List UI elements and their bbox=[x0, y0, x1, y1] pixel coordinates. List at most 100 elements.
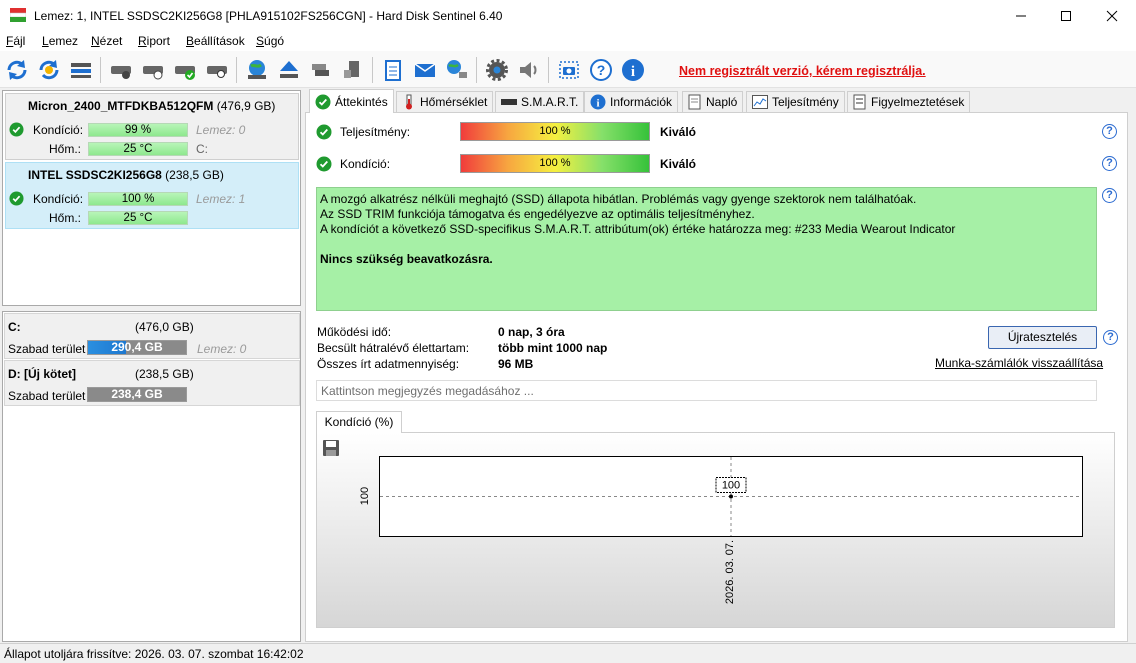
status-bar: Állapot utoljára frissítve: 2026. 03. 07… bbox=[0, 643, 1136, 663]
retest-help-button[interactable]: ? bbox=[1103, 330, 1118, 345]
register-link[interactable]: Nem regisztrált verzió, kérem regisztrál… bbox=[679, 64, 926, 78]
disk-item-selected[interactable]: INTEL SSDSC2KI256G8 (238,5 GB) Kondíció:… bbox=[5, 162, 299, 229]
svg-text:i: i bbox=[596, 98, 599, 110]
tab-alerts[interactable]: Figyelmeztetések bbox=[847, 91, 971, 112]
save-icon[interactable] bbox=[322, 439, 340, 457]
tab-log[interactable]: Napló bbox=[682, 91, 744, 112]
disk-list-button[interactable] bbox=[68, 57, 94, 83]
performance-label: Teljesítmény: bbox=[340, 125, 411, 139]
temperature-label: Hőm.: bbox=[49, 211, 82, 225]
maximize-button[interactable] bbox=[1043, 0, 1089, 31]
usb-disk-button[interactable] bbox=[340, 57, 366, 83]
condition-label: Kondíció: bbox=[33, 123, 84, 137]
uptime-label: Működési idő: bbox=[317, 325, 392, 339]
disk-name: INTEL SSDSC2KI256G8 (238,5 GB) bbox=[28, 168, 224, 182]
maximize-icon bbox=[1061, 10, 1071, 21]
about-button[interactable]: i bbox=[620, 57, 646, 83]
network-disk-button[interactable] bbox=[244, 57, 270, 83]
condition-bar: 99 % bbox=[88, 123, 188, 137]
help-button[interactable]: ? bbox=[588, 57, 614, 83]
toolbar: ? i bbox=[0, 51, 1136, 88]
menu-disk[interactable]: Lemez bbox=[42, 34, 78, 48]
title-bar: Lemez: 1, INTEL SSDSC2KI256G8 [PHLA91510… bbox=[0, 0, 1136, 31]
disk-item[interactable]: Micron_2400_MTFDKBA512QFM (476,9 GB) Kon… bbox=[5, 93, 299, 160]
condition-bar: 100 % bbox=[88, 192, 188, 206]
tab-label: Figyelmeztetések bbox=[871, 95, 965, 109]
settings-button[interactable] bbox=[484, 57, 510, 83]
status-line: A kondíciót a következő SSD-specifikus S… bbox=[320, 222, 956, 236]
condition-help-button[interactable]: ? bbox=[1102, 156, 1117, 171]
tab-label: S.M.A.R.T. bbox=[521, 95, 579, 109]
volume-item[interactable]: C: (476,0 GB) Szabad terület 290,4 GB Le… bbox=[4, 313, 300, 359]
note-input[interactable]: Kattintson megjegyzés megadásához ... bbox=[316, 380, 1097, 401]
sound-button[interactable] bbox=[516, 57, 542, 83]
check-icon bbox=[315, 94, 331, 109]
report-button[interactable] bbox=[380, 57, 406, 83]
condition-label: Kondíció: bbox=[340, 157, 391, 171]
volume-list-panel: C: (476,0 GB) Szabad terület 290,4 GB Le… bbox=[2, 311, 301, 642]
data-written-label: Összes írt adatmennyiség: bbox=[317, 357, 460, 371]
disk-index: Lemez: 1 bbox=[196, 192, 246, 206]
volume-name: D: [Új kötet] bbox=[8, 367, 76, 381]
disk-name: Micron_2400_MTFDKBA512QFM (476,9 GB) bbox=[28, 99, 276, 113]
tab-label: Teljesítmény bbox=[772, 95, 839, 109]
retest-button[interactable]: Újratesztelés bbox=[988, 326, 1097, 349]
disk-info-button[interactable] bbox=[108, 57, 134, 83]
menu-report[interactable]: Riport bbox=[138, 34, 170, 48]
y-tick-label: 100 bbox=[359, 486, 371, 506]
refresh-icon bbox=[7, 60, 27, 80]
menu-view[interactable]: Nézet bbox=[91, 34, 122, 48]
free-space-bar: 290,4 GB bbox=[87, 340, 187, 355]
disk-search-button[interactable] bbox=[204, 57, 230, 83]
performance-help-button[interactable]: ? bbox=[1102, 124, 1117, 139]
data-point bbox=[729, 494, 733, 499]
tab-label: Hőmérséklet bbox=[420, 95, 488, 109]
menu-settings[interactable]: Beállítások bbox=[186, 34, 245, 48]
screenshot-button[interactable] bbox=[556, 57, 582, 83]
tab-performance[interactable]: Teljesítmény bbox=[746, 91, 845, 112]
email-button[interactable] bbox=[412, 57, 438, 83]
tab-temperature[interactable]: Hőmérséklet bbox=[396, 91, 494, 112]
tab-smart[interactable]: S.M.A.R.T. bbox=[495, 91, 585, 112]
refresh-button[interactable] bbox=[4, 57, 30, 83]
temperature-bar: 25 °C bbox=[88, 142, 188, 156]
performance-rating: Kiváló bbox=[660, 125, 697, 139]
menu-file[interactable]: Fájl bbox=[6, 34, 25, 48]
volume-name: C: bbox=[8, 320, 21, 334]
network-button[interactable] bbox=[444, 57, 470, 83]
volume-item[interactable]: D: [Új kötet] (238,5 GB) Szabad terület … bbox=[4, 360, 300, 406]
refresh-all-button[interactable] bbox=[36, 57, 62, 83]
volume-size: (476,0 GB) bbox=[135, 320, 194, 334]
close-button[interactable] bbox=[1089, 0, 1135, 31]
eject-button[interactable] bbox=[276, 57, 302, 83]
tab-overview[interactable]: Áttekintés bbox=[309, 89, 394, 113]
check-icon bbox=[316, 124, 332, 140]
speaker-icon bbox=[520, 62, 537, 78]
disk-schedule-button[interactable] bbox=[140, 57, 166, 83]
svg-text:?: ? bbox=[597, 62, 606, 78]
minimize-button[interactable] bbox=[998, 0, 1044, 31]
status-description: A mozgó alkatrész nélküli meghajtó (SSD)… bbox=[316, 187, 1097, 311]
refresh-all-icon bbox=[39, 60, 59, 80]
gear-icon bbox=[486, 59, 508, 81]
usb-disk-icon bbox=[344, 61, 359, 78]
free-space-bar: 238,4 GB bbox=[87, 387, 187, 402]
disk-list-panel: Micron_2400_MTFDKBA512QFM (476,9 GB) Kon… bbox=[2, 90, 301, 306]
disk-stack-button[interactable] bbox=[308, 57, 334, 83]
eject-icon bbox=[280, 61, 298, 78]
status-help-button[interactable]: ? bbox=[1102, 188, 1117, 203]
drive-icon bbox=[501, 99, 517, 105]
thermometer-icon bbox=[406, 94, 412, 110]
info-icon: i bbox=[590, 94, 606, 110]
disk-check-button[interactable] bbox=[172, 57, 198, 83]
temperature-bar: 25 °C bbox=[88, 211, 188, 225]
free-space-label: Szabad terület bbox=[8, 342, 86, 356]
menu-bar: Fájl Lemez Nézet Riport Beállítások Súgó bbox=[0, 31, 1136, 51]
menu-help[interactable]: Súgó bbox=[256, 34, 284, 48]
reset-counters-link[interactable]: Munka-számlálók visszaállítása bbox=[935, 356, 1103, 370]
chart-svg: 100 bbox=[380, 457, 1082, 536]
chart-tab-condition[interactable]: Kondíció (%) bbox=[316, 411, 402, 433]
check-icon bbox=[9, 191, 24, 206]
check-icon bbox=[316, 156, 332, 172]
tab-information[interactable]: i Információk bbox=[584, 91, 679, 112]
